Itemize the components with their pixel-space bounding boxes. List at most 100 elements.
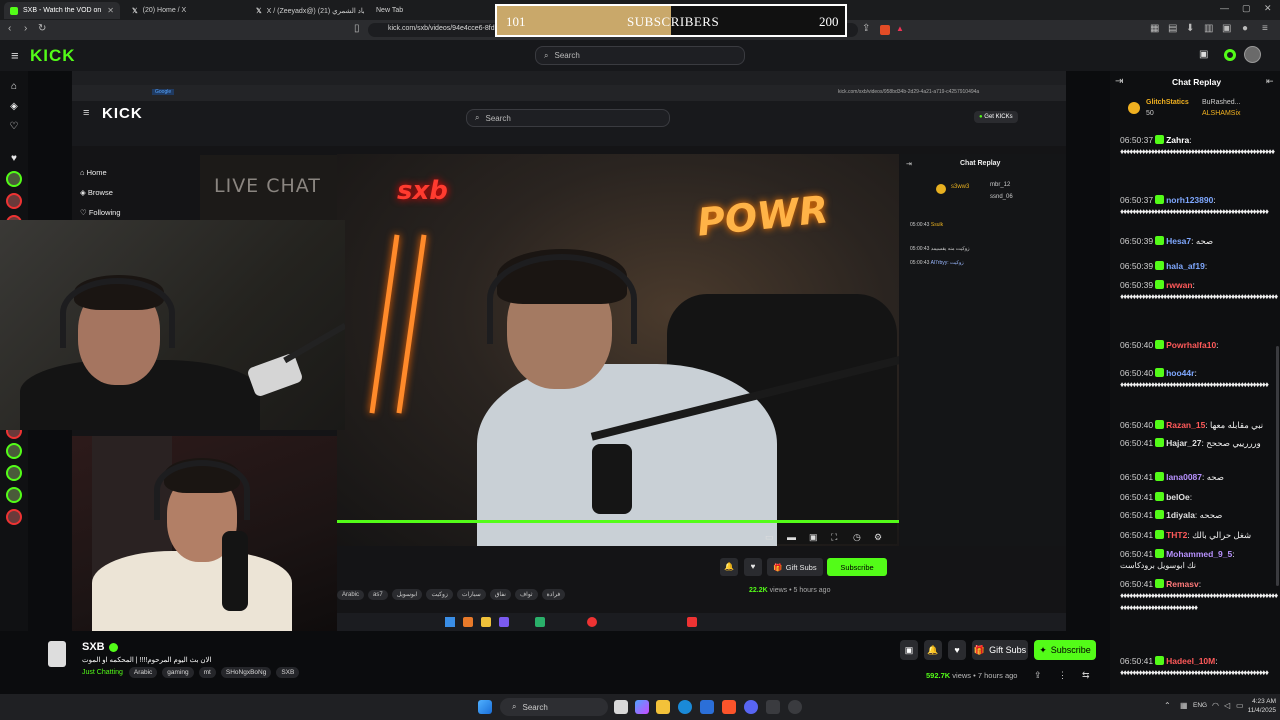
wifi-icon[interactable]: ◠ [1212,701,1219,710]
chat-username[interactable]: lana0087 [1166,472,1202,482]
store-icon[interactable] [700,700,714,714]
screenshot-icon[interactable]: ▣ [1222,23,1231,34]
notification-bell-button[interactable]: 🔔 [924,640,942,660]
tray-chevron-icon[interactable]: ⌃ [1164,701,1171,710]
tab-new[interactable]: New Tab [370,2,430,19]
chat-username[interactable]: Powrhalfa10 [1166,340,1216,350]
wallet-icon[interactable]: ▤ [1168,23,1177,34]
tab-sxb-vod[interactable]: SXB - Watch the VOD on Kick ✕ [4,2,120,19]
chat-username[interactable]: belOe [1166,492,1190,502]
tab-x-home[interactable]: 𝕏 (20) Home / X [126,2,248,19]
star-icon: ✦ [1039,644,1047,655]
home-icon[interactable]: ⌂ [8,81,20,93]
user-avatar[interactable] [1244,46,1261,63]
file-explorer-icon[interactable] [656,700,670,714]
clip-button[interactable]: ▣ [900,640,918,660]
subscribe-button[interactable]: ✦ Subscribe [1034,640,1096,660]
speed-icon[interactable]: ◷ [853,532,861,543]
share-icon[interactable]: ⇪ [1034,670,1042,681]
discord-icon[interactable] [744,700,758,714]
channel-name[interactable]: SXB [82,641,118,653]
bookmark-icon[interactable]: ▯ [354,23,360,34]
start-icon[interactable] [478,700,492,714]
followed-channel-avatar[interactable] [6,443,22,459]
battery-icon[interactable]: ▭ [1236,701,1244,710]
downloads-icon[interactable]: ⬇ [1186,23,1194,34]
chat-username[interactable]: THT2 [1166,530,1187,540]
kick-logo[interactable]: KICK [30,46,76,66]
verified-icon [108,642,118,652]
more-options-icon[interactable]: ⋮ [1058,670,1067,681]
followed-channel-avatar[interactable] [6,509,22,525]
task-view-icon[interactable] [614,700,628,714]
gift-subs-button[interactable]: 🎁 Gift Subs [972,640,1028,660]
close-tab-icon[interactable]: ✕ [107,6,114,15]
chat-username[interactable]: Mohammed_9_5 [1166,549,1232,559]
chat-username[interactable]: Zahra [1166,135,1189,145]
settings-gear-icon[interactable]: ⚙ [874,532,882,543]
language-indicator[interactable]: ENG [1193,702,1207,709]
tag[interactable]: gaming [162,667,194,678]
following-heart-icon[interactable]: ♡ [8,121,20,133]
close-window-icon[interactable]: ✕ [1264,3,1272,14]
chat-username[interactable]: Hadeel_10M [1166,656,1215,666]
tag[interactable]: SXB [276,667,300,678]
kicks-coin-icon[interactable] [1224,49,1236,61]
chat-username[interactable]: Hajar_27 [1166,438,1201,448]
volume-icon[interactable]: ◁ [1224,701,1230,710]
chat-settings-icon[interactable]: ⇤ [1266,76,1274,87]
collapse-sidebar-icon[interactable]: ⇥ [1115,76,1123,87]
clock[interactable]: 4:23 AM 11/4/2025 [1244,697,1276,715]
chat-username[interactable]: norh123890 [1166,195,1213,205]
follow-heart-button[interactable]: ♥ [948,640,966,660]
chat-username[interactable]: Razan_15 [1166,420,1205,430]
rewards-box-icon[interactable]: ▣ [1199,49,1208,60]
brave-shield-icon[interactable] [880,25,890,35]
clip-icon[interactable]: ▭ [765,532,774,543]
chat-username[interactable]: rwwan [1166,280,1192,290]
taskbar-search[interactable]: ⌕ Search [500,698,608,716]
app-icon[interactable] [788,700,802,714]
tag[interactable]: SHoNgxBoNg [220,667,272,678]
minimize-icon[interactable]: — [1220,3,1229,13]
chat-username[interactable]: hala_af19 [1166,261,1205,271]
browse-icon[interactable]: ◈ [8,101,20,113]
app-icon[interactable] [766,700,780,714]
rewards-icon[interactable]: ▲ [896,24,904,33]
headset [154,460,250,520]
profile-icon[interactable]: ● [1242,23,1248,34]
collapse-chat-icon[interactable]: ⇆ [1082,670,1090,681]
extensions-icon[interactable]: ▦ [1150,23,1159,34]
maximize-icon[interactable]: ▢ [1242,3,1251,14]
tag[interactable]: Arabic [128,667,158,678]
edge-icon[interactable] [678,700,692,714]
channel-avatar[interactable] [48,641,66,667]
menu-icon[interactable]: ≡ [1262,23,1268,34]
search-input[interactable]: ⌕ Search [535,46,745,65]
tray-icon[interactable]: ▦ [1180,701,1188,710]
chat-username[interactable]: Remasv [1166,579,1199,589]
brave-icon[interactable] [722,700,736,714]
chat-username[interactable]: 1diyala [1166,510,1195,520]
followed-channel-avatar[interactable] [6,171,22,187]
video-progress-bar[interactable] [337,520,899,523]
share-icon[interactable]: ⇪ [862,23,870,34]
followed-channel-avatar[interactable] [6,465,22,481]
fullscreen-icon[interactable]: ⛶ [831,532,837,543]
back-icon[interactable]: ‹ [8,23,11,34]
sidebar-icon[interactable]: ▥ [1204,23,1213,34]
chat-scrollbar[interactable] [1276,346,1279,586]
forward-icon[interactable]: › [24,23,27,34]
copilot-icon[interactable] [635,700,649,714]
reload-icon[interactable]: ↻ [38,23,46,34]
chat-username[interactable]: Hesa7 [1166,236,1191,246]
pip-icon[interactable]: ▣ [809,532,818,543]
followed-channel-avatar[interactable] [6,487,22,503]
category-link[interactable]: Just Chatting [82,669,123,676]
theater-icon[interactable]: ▬ [787,532,796,542]
followed-channel-avatar[interactable] [6,193,22,209]
tag[interactable]: mt [198,667,216,678]
hamburger-menu-icon[interactable]: ≡ [11,48,19,63]
chat-username[interactable]: hoo44r [1166,368,1194,378]
tab-x-profile[interactable]: 𝕏 X / (Zeeyadx@) زياد الشمري (21) [250,2,370,19]
